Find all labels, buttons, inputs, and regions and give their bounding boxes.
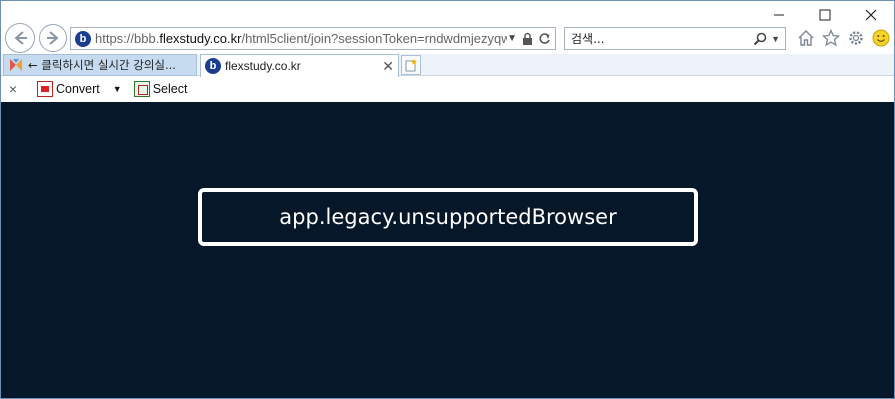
url-host: flexstudy.co.kr <box>159 31 242 46</box>
settings-icon <box>848 30 863 45</box>
favorites-icon <box>821 28 840 46</box>
search-input[interactable] <box>571 31 754 46</box>
url-prefix: https://bbb. <box>95 31 160 46</box>
command-bar: × Convert ▼ Select <box>1 77 894 101</box>
tab-bar: ← 클릭하시면 실시간 강의실... b flexstudy.co.kr ✕ <box>1 54 894 77</box>
convert-button[interactable]: Convert ▼ <box>37 81 122 97</box>
select-button[interactable]: Select <box>133 81 188 97</box>
page-content: app.legacy.unsupportedBrowser <box>1 102 894 398</box>
tab-close-icon[interactable]: ✕ <box>382 58 394 75</box>
address-bar[interactable]: b https://bbb.flexstudy.co.kr/html5clien… <box>70 27 556 50</box>
tab-favicon <box>8 57 24 73</box>
search-box[interactable]: ▼ <box>564 27 786 50</box>
close-command-bar-icon[interactable]: × <box>1 81 25 97</box>
settings-button[interactable] <box>846 28 865 47</box>
back-button[interactable] <box>5 23 35 53</box>
toolbar-icons <box>796 28 890 47</box>
maximize-icon <box>819 9 831 21</box>
search-dropdown-icon[interactable]: ▼ <box>771 34 780 44</box>
tab-flexstudy[interactable]: b flexstudy.co.kr ✕ <box>200 54 399 77</box>
forward-icon <box>47 31 59 45</box>
new-tab-button[interactable] <box>401 55 421 75</box>
feedback-smiley-icon <box>872 29 889 46</box>
select-label: Select <box>152 82 188 96</box>
url-text[interactable]: https://bbb.flexstudy.co.kr/html5client/… <box>95 31 507 46</box>
navigation-bar: b https://bbb.flexstudy.co.kr/html5clien… <box>1 23 894 53</box>
favorites-button[interactable] <box>821 28 840 47</box>
back-icon <box>14 31 27 45</box>
forward-button[interactable] <box>39 24 67 52</box>
ribbon-logo-icon <box>10 59 22 71</box>
convert-label: Convert <box>56 82 100 96</box>
site-icon: b <box>75 30 91 47</box>
tab-label: ← 클릭하시면 실시간 강의실... <box>28 58 176 72</box>
close-icon <box>865 9 877 21</box>
minimize-icon <box>774 14 784 16</box>
message-text: app.legacy.unsupportedBrowser <box>279 205 617 229</box>
new-tab-icon <box>405 59 417 72</box>
pdf-convert-icon <box>37 81 53 97</box>
convert-dropdown-icon[interactable]: ▼ <box>113 84 122 94</box>
lock-icon[interactable] <box>522 32 533 45</box>
search-icon[interactable] <box>753 32 767 46</box>
url-path: /html5client/join?sessionToken=rndwdmjez… <box>241 31 508 46</box>
browser-window: b https://bbb.flexstudy.co.kr/html5clien… <box>0 0 895 399</box>
tab-label: flexstudy.co.kr <box>225 59 301 73</box>
site-icon: b <box>205 58 221 74</box>
refresh-icon[interactable] <box>538 32 551 45</box>
feedback-button[interactable] <box>871 28 890 47</box>
tab-lecture[interactable]: ← 클릭하시면 실시간 강의실... <box>3 54 197 76</box>
dropdown-icon[interactable]: ▼ <box>507 33 517 44</box>
select-icon <box>133 81 150 97</box>
home-icon <box>798 29 813 46</box>
home-button[interactable] <box>796 28 815 47</box>
unsupported-browser-message: app.legacy.unsupportedBrowser <box>198 188 698 246</box>
